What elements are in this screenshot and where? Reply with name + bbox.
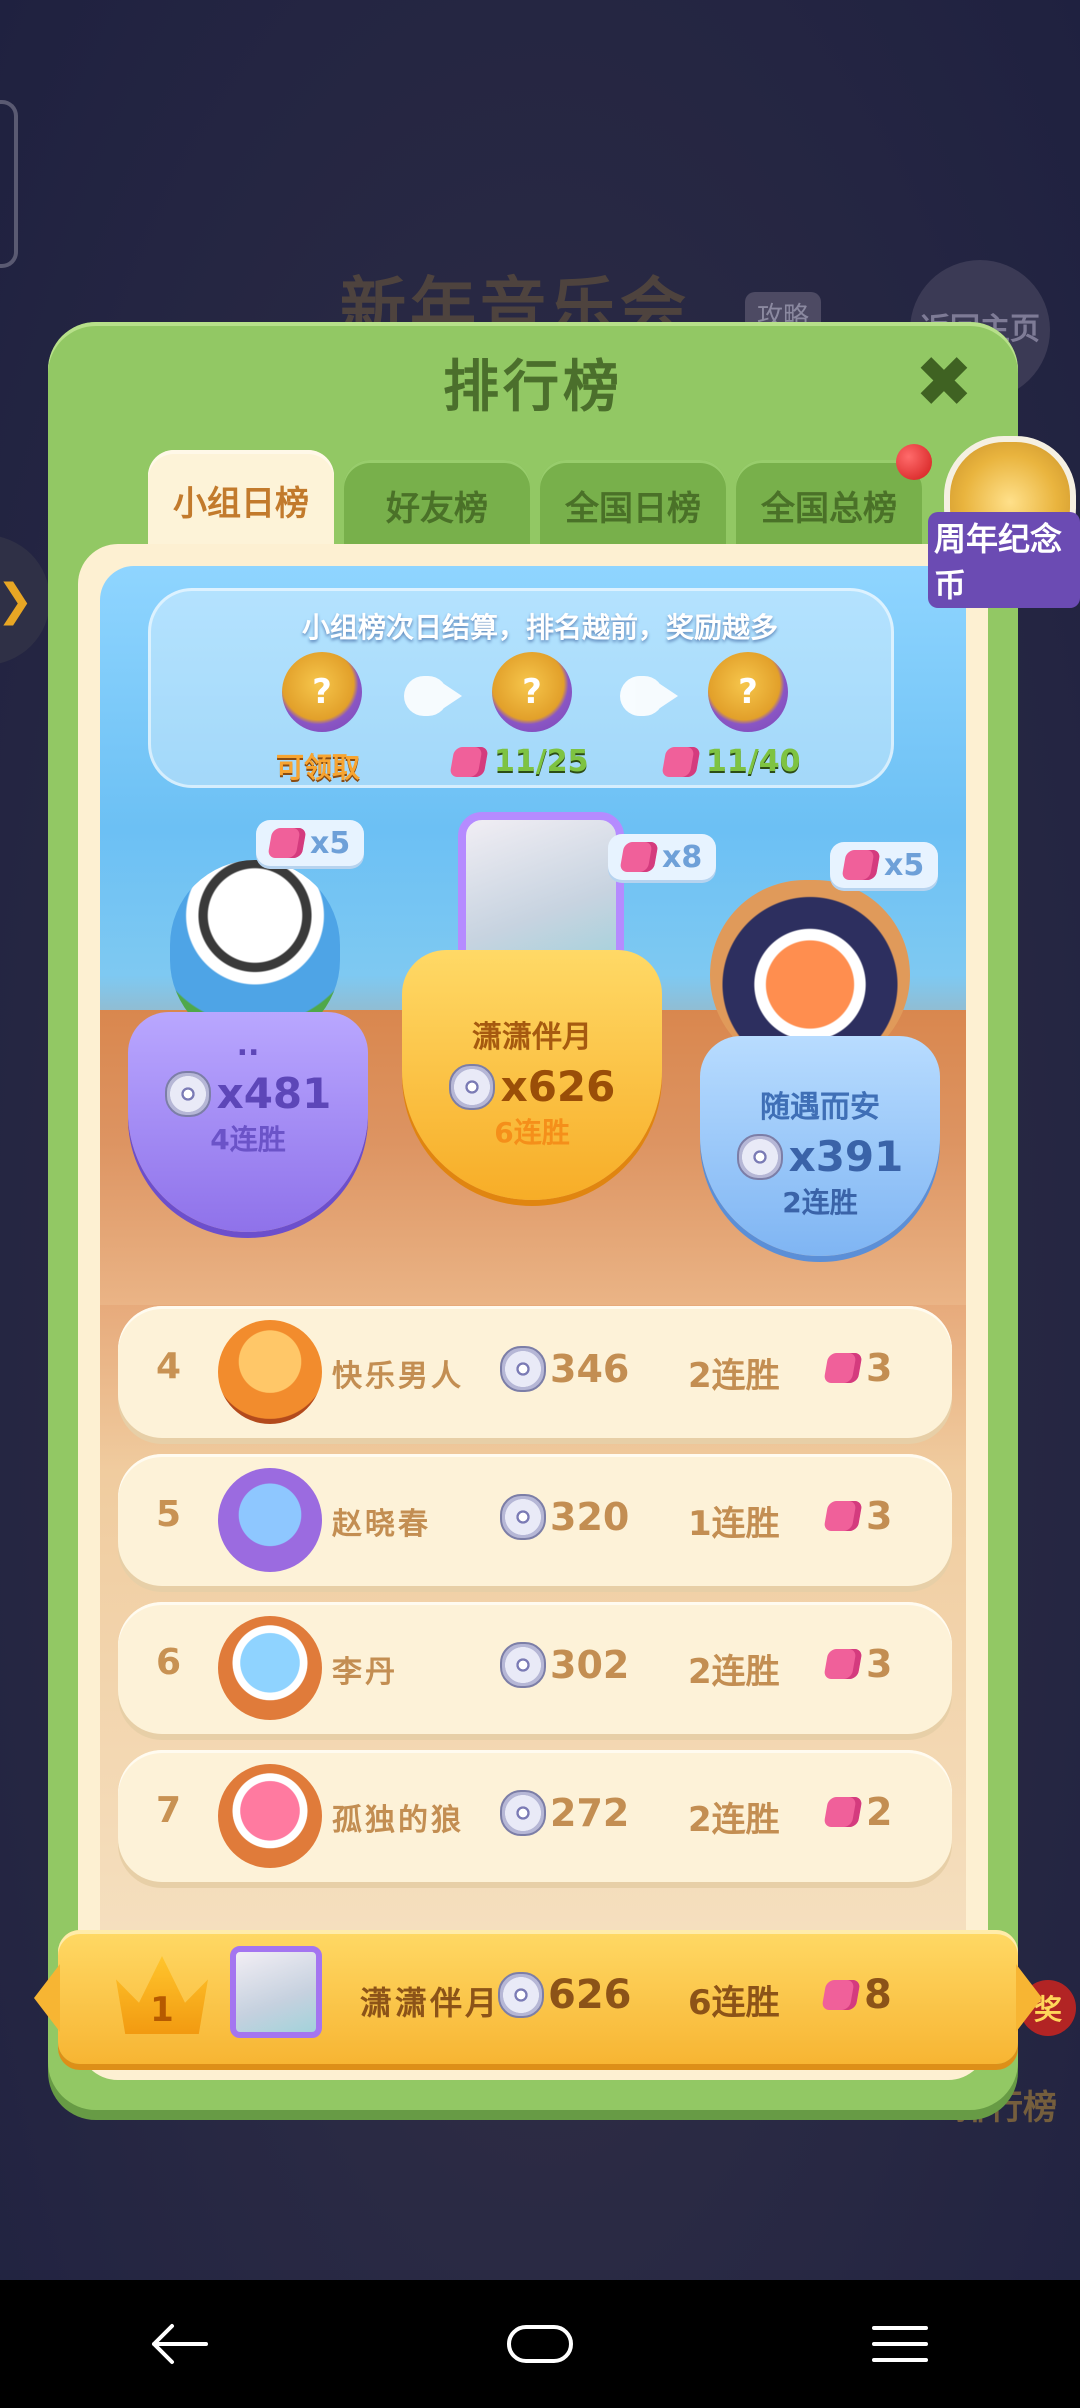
user-score: 302 xyxy=(500,1642,629,1688)
system-navigation-bar xyxy=(0,2280,1080,2408)
disc-icon xyxy=(448,1063,495,1110)
podium-name-3rd: 随遇而安 xyxy=(760,1090,880,1125)
podium-name-1st: 潇潇伴月 xyxy=(472,1020,592,1055)
ticket-icon xyxy=(841,850,881,880)
anniversary-coin-label: 周年纪念币 xyxy=(928,512,1080,608)
rank-number: 6 xyxy=(156,1642,182,1683)
tab-national-total[interactable]: 全国总榜 xyxy=(736,460,922,550)
ticket-icon xyxy=(823,1353,863,1383)
tab-bar: 小组日榜 好友榜 全国日榜 全国总榜 xyxy=(148,450,988,550)
tab-friends[interactable]: 好友榜 xyxy=(344,460,530,550)
ticket-icon xyxy=(661,746,701,777)
reward-chest-icon-1[interactable]: ? xyxy=(282,652,362,732)
rank-number: 5 xyxy=(156,1494,182,1535)
podium-score-3rd: x391 xyxy=(736,1132,903,1181)
ticket-count: 2 xyxy=(823,1790,892,1834)
disc-icon xyxy=(500,1494,546,1540)
my-win-streak: 6连胜 xyxy=(688,1983,780,2023)
crown-icon: 1 xyxy=(116,1956,208,2034)
ticket-icon xyxy=(823,1649,863,1679)
ticket-icon xyxy=(267,828,307,858)
user-score: 346 xyxy=(500,1346,629,1392)
ticket-icon xyxy=(823,1797,863,1827)
disc-icon xyxy=(500,1790,546,1836)
ticket-count: 3 xyxy=(823,1494,892,1538)
podium-tickets-1st: x8 xyxy=(608,834,717,880)
my-name: 潇潇伴月 xyxy=(360,1984,501,2022)
back-icon xyxy=(152,2324,208,2364)
my-score: 626 xyxy=(498,1972,632,2018)
podium-card-1st: 潇潇伴月 x626 6连胜 xyxy=(402,950,662,1200)
user-name: 李丹 xyxy=(332,1655,398,1690)
background-frame-edge xyxy=(0,100,18,268)
user-avatar[interactable] xyxy=(218,1764,322,1868)
ranking-row[interactable]: 7 孤独的狼 272 2连胜 2 xyxy=(118,1750,952,1882)
user-score: 320 xyxy=(500,1494,629,1540)
arrow-right-icon xyxy=(404,676,462,716)
win-streak: 2连胜 xyxy=(688,1652,780,1692)
podium-score-2nd: x481 xyxy=(164,1069,331,1118)
podium-score-1st: x626 xyxy=(448,1062,615,1111)
tab-group-daily[interactable]: 小组日榜 xyxy=(148,450,334,550)
win-streak: 2连胜 xyxy=(688,1356,780,1396)
ticket-icon xyxy=(823,1501,863,1531)
my-avatar[interactable] xyxy=(230,1946,322,2038)
reward-banner-text: 小组榜次日结算，排名越前，奖励越多 xyxy=(301,611,778,644)
podium-tickets-2nd: x5 xyxy=(256,820,365,866)
arrow-right-icon xyxy=(620,676,678,716)
user-name: 快乐男人 xyxy=(332,1359,464,1394)
user-avatar[interactable] xyxy=(218,1468,322,1572)
my-rank-number: 1 xyxy=(150,1990,174,2030)
podium-tickets-3rd: x5 xyxy=(830,842,939,888)
ranking-row[interactable]: 5 赵晓春 320 1连胜 3 xyxy=(118,1454,952,1586)
ranking-row[interactable]: 6 李丹 302 2连胜 3 xyxy=(118,1602,952,1734)
home-button[interactable] xyxy=(480,2299,600,2389)
ticket-count: 3 xyxy=(823,1346,892,1390)
home-icon xyxy=(507,2325,573,2363)
close-icon: ✖ xyxy=(914,341,974,423)
disc-icon xyxy=(500,1346,546,1392)
win-streak: 1连胜 xyxy=(688,1504,780,1544)
back-button[interactable] xyxy=(120,2299,240,2389)
reward-chest-icon-3[interactable]: ? xyxy=(708,652,788,732)
menu-button[interactable] xyxy=(840,2299,960,2389)
tab-national-daily[interactable]: 全国日榜 xyxy=(540,460,726,550)
ticket-count: 3 xyxy=(823,1642,892,1686)
ranking-row[interactable]: 4 快乐男人 346 2连胜 3 xyxy=(118,1306,952,1438)
reward-progress-3: 11/40 xyxy=(661,744,800,779)
reward-progress-2: 11/25 xyxy=(449,744,588,779)
user-name: 赵晓春 xyxy=(332,1507,431,1542)
my-rank-bar[interactable]: 1 潇潇伴月 626 6连胜 8 xyxy=(34,1930,1042,2064)
rank-number: 7 xyxy=(156,1790,182,1831)
disc-icon xyxy=(736,1133,783,1180)
my-ticket-count: 8 xyxy=(821,1972,892,2018)
podium-name-2nd: .. xyxy=(236,1028,260,1063)
claimable-label: 可领取 xyxy=(276,751,361,784)
user-avatar[interactable] xyxy=(218,1320,322,1424)
user-name: 孤独的狼 xyxy=(332,1803,464,1838)
win-streak: 2连胜 xyxy=(688,1800,780,1840)
ticket-icon xyxy=(449,746,489,777)
podium-streak-1st: 6连胜 xyxy=(494,1116,570,1149)
user-avatar[interactable] xyxy=(218,1616,322,1720)
panel-title: 排行榜 xyxy=(443,355,623,420)
user-score: 272 xyxy=(500,1790,629,1836)
ticket-icon xyxy=(821,1980,861,2010)
disc-icon xyxy=(498,1972,544,2018)
disc-icon xyxy=(164,1070,211,1117)
close-button[interactable]: ✖ xyxy=(910,347,978,418)
podium-streak-3rd: 2连胜 xyxy=(782,1186,858,1219)
ticket-icon xyxy=(619,842,659,872)
notification-dot-icon xyxy=(896,444,932,480)
menu-icon xyxy=(872,2326,928,2362)
reward-chest-icon-2[interactable]: ? xyxy=(492,652,572,732)
rank-number: 4 xyxy=(156,1346,182,1387)
disc-icon xyxy=(500,1642,546,1688)
podium-streak-2nd: 4连胜 xyxy=(210,1123,286,1156)
